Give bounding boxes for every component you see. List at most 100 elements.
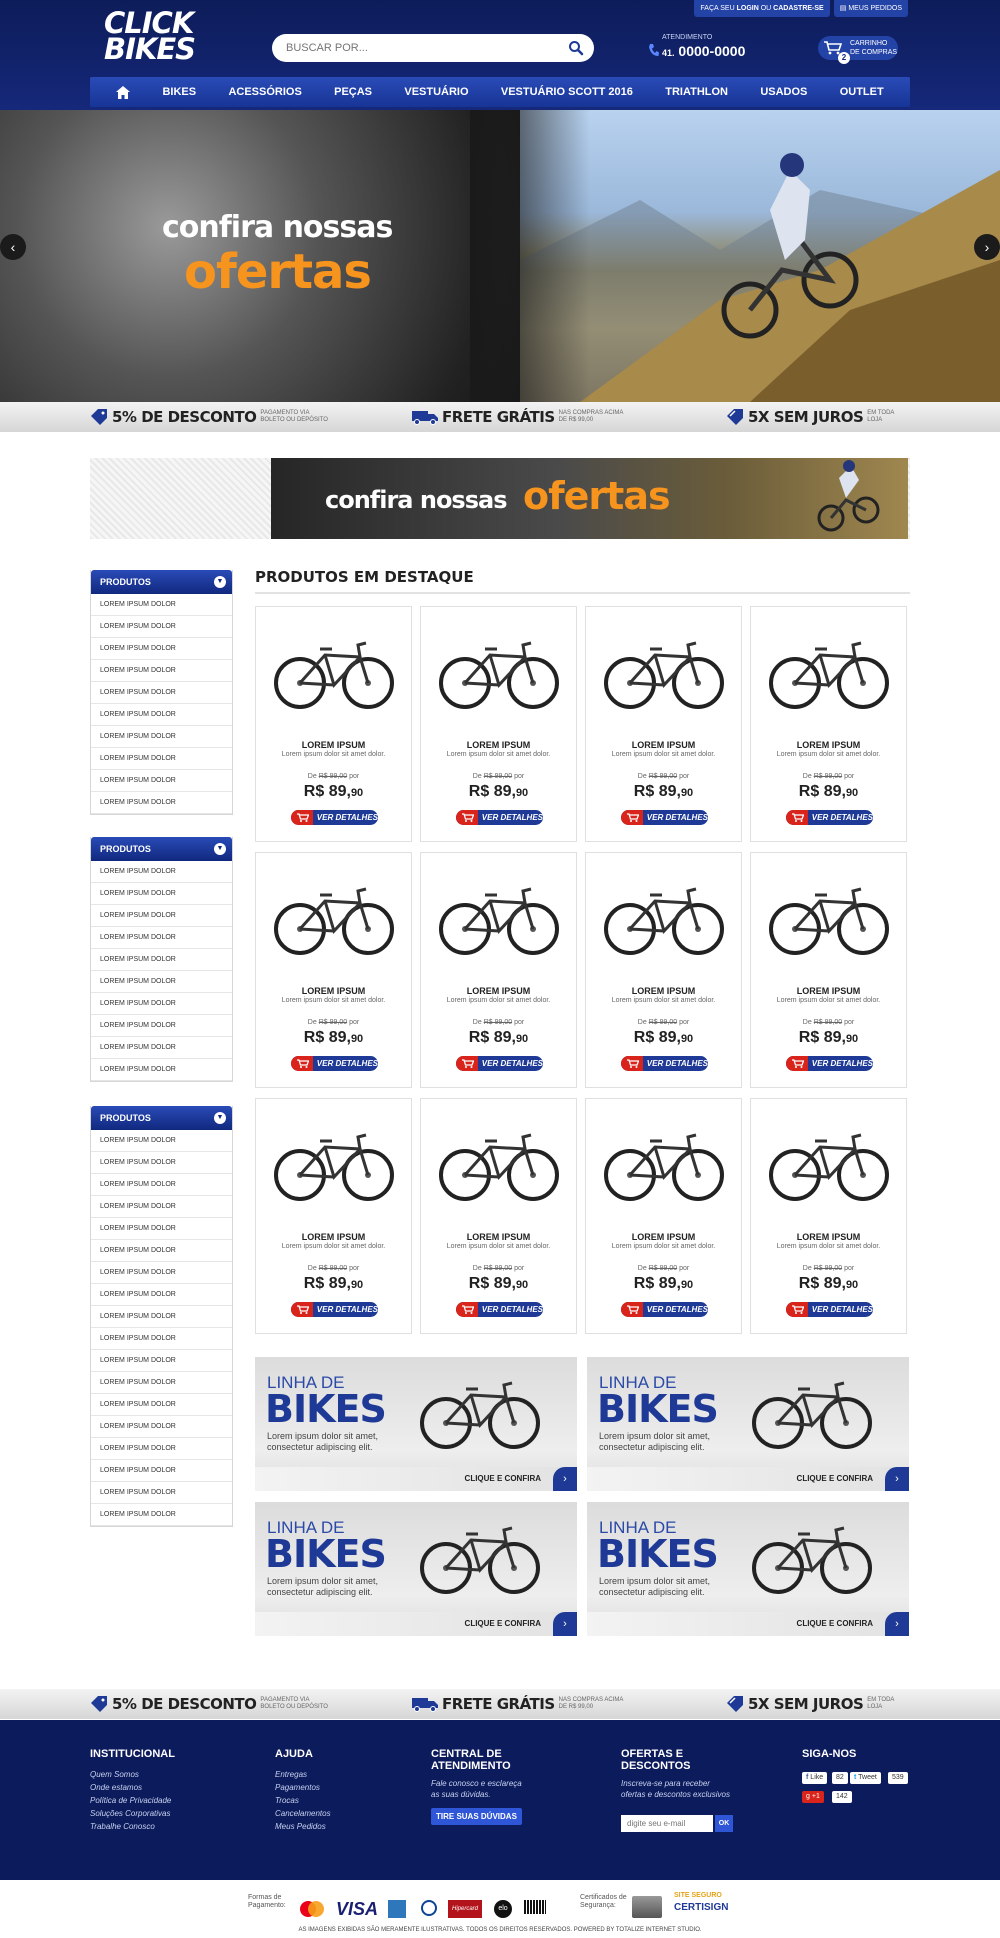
product-card[interactable]: LOREM IPSUM Lorem ipsum dolor sit amet do… [420,606,577,842]
nav-item-acessorios[interactable]: ACESSÓRIOS [228,86,301,98]
sidebar-item[interactable]: LOREM IPSUM DOLOR [91,1460,232,1482]
sidebar-item[interactable]: LOREM IPSUM DOLOR [91,1504,232,1526]
sidebar-item[interactable]: LOREM IPSUM DOLOR [91,1482,232,1504]
view-details-button[interactable]: VER DETALHES [291,1302,378,1317]
banner-cta[interactable]: CLIQUE E CONFIRA [797,1619,873,1628]
view-details-button[interactable]: VER DETALHES [456,810,543,825]
sidebar-item[interactable]: LOREM IPSUM DOLOR [91,1196,232,1218]
sidebar-item[interactable]: LOREM IPSUM DOLOR [91,993,232,1015]
view-details-button[interactable]: VER DETALHES [621,810,708,825]
sidebar-item[interactable]: LOREM IPSUM DOLOR [91,927,232,949]
sidebar-item[interactable]: LOREM IPSUM DOLOR [91,682,232,704]
newsletter-email-input[interactable] [621,1815,713,1832]
sidebar-item[interactable]: LOREM IPSUM DOLOR [91,1394,232,1416]
chevron-down-icon[interactable]: ▼ [214,1112,226,1124]
chevron-right-icon[interactable]: › [553,1467,577,1491]
footer-link[interactable]: Cancelamentos [275,1807,331,1820]
product-name[interactable]: LOREM IPSUM [751,1232,906,1242]
sidebar-item[interactable]: LOREM IPSUM DOLOR [91,905,232,927]
nav-item-outlet[interactable]: OUTLET [840,86,884,98]
product-card[interactable]: LOREM IPSUM Lorem ipsum dolor sit amet do… [255,1098,412,1334]
nav-item-usados[interactable]: USADOS [760,86,807,98]
footer-link[interactable]: Soluções Corporativas [90,1807,175,1820]
bike-line-banner[interactable]: LINHA DE BIKES Lorem ipsum dolor sit amet,… [255,1357,577,1491]
product-name[interactable]: LOREM IPSUM [751,740,906,750]
sidebar-item[interactable]: LOREM IPSUM DOLOR [91,1059,232,1081]
search-icon[interactable] [568,40,584,56]
google-plus-button[interactable]: g +1 [802,1791,824,1803]
chevron-right-icon[interactable]: › [885,1612,909,1636]
sidebar-item[interactable]: LOREM IPSUM DOLOR [91,1130,232,1152]
bike-line-banner[interactable]: LINHA DE BIKES Lorem ipsum dolor sit amet,… [587,1502,909,1636]
sidebar-item[interactable]: LOREM IPSUM DOLOR [91,861,232,883]
my-orders-link[interactable]: ▤ MEUS PEDIDOS [833,0,908,17]
tweet-button[interactable]: t Tweet [850,1772,881,1784]
product-name[interactable]: LOREM IPSUM [421,740,576,750]
product-card[interactable]: LOREM IPSUM Lorem ipsum dolor sit amet do… [585,1098,742,1334]
product-card[interactable]: LOREM IPSUM Lorem ipsum dolor sit amet do… [420,852,577,1088]
sidebar-item[interactable]: LOREM IPSUM DOLOR [91,1015,232,1037]
product-card[interactable]: LOREM IPSUM Lorem ipsum dolor sit amet do… [750,1098,907,1334]
sidebar-box-header[interactable]: PRODUTOS ▼ [91,837,232,861]
footer-link[interactable]: Onde estamos [90,1781,175,1794]
view-details-button[interactable]: VER DETALHES [456,1056,543,1071]
sidebar-item[interactable]: LOREM IPSUM DOLOR [91,949,232,971]
product-name[interactable]: LOREM IPSUM [586,986,741,996]
footer-link[interactable]: Pagamentos [275,1781,331,1794]
sidebar-item[interactable]: LOREM IPSUM DOLOR [91,726,232,748]
sidebar-item[interactable]: LOREM IPSUM DOLOR [91,1306,232,1328]
sidebar-item[interactable]: LOREM IPSUM DOLOR [91,1240,232,1262]
view-details-button[interactable]: VER DETALHES [291,1056,378,1071]
product-name[interactable]: LOREM IPSUM [586,740,741,750]
chevron-right-icon[interactable]: › [885,1467,909,1491]
product-name[interactable]: LOREM IPSUM [256,986,411,996]
chevron-right-icon[interactable]: › [553,1612,577,1636]
sidebar-item[interactable]: LOREM IPSUM DOLOR [91,971,232,993]
banner-cta[interactable]: CLIQUE E CONFIRA [465,1619,541,1628]
sidebar-box-header[interactable]: PRODUTOS ▼ [91,570,232,594]
nav-item-bikes[interactable]: BIKES [162,86,196,98]
product-card[interactable]: LOREM IPSUM Lorem ipsum dolor sit amet do… [255,852,412,1088]
sidebar-item[interactable]: LOREM IPSUM DOLOR [91,638,232,660]
login-signup-link[interactable]: FAÇA SEU LOGIN OU CADASTRE-SE [694,0,830,17]
footer-link[interactable]: Entregas [275,1768,331,1781]
sidebar-item[interactable]: LOREM IPSUM DOLOR [91,883,232,905]
sidebar-item[interactable]: LOREM IPSUM DOLOR [91,792,232,814]
product-card[interactable]: LOREM IPSUM Lorem ipsum dolor sit amet do… [585,606,742,842]
sidebar-item[interactable]: LOREM IPSUM DOLOR [91,1262,232,1284]
sidebar-item[interactable]: LOREM IPSUM DOLOR [91,616,232,638]
contact-button[interactable]: TIRE SUAS DÚVIDAS [431,1808,522,1825]
product-card[interactable]: LOREM IPSUM Lorem ipsum dolor sit amet do… [255,606,412,842]
promo-banner[interactable]: confira nossas ofertas [90,458,910,539]
sidebar-item[interactable]: LOREM IPSUM DOLOR [91,1174,232,1196]
sidebar-item[interactable]: LOREM IPSUM DOLOR [91,748,232,770]
banner-cta[interactable]: CLIQUE E CONFIRA [465,1474,541,1483]
nav-item-pecas[interactable]: PEÇAS [334,86,372,98]
hero-slider[interactable]: confira nossas ofertas ‹ › [0,110,1000,402]
sidebar-item[interactable]: LOREM IPSUM DOLOR [91,1328,232,1350]
nav-item-vestuario[interactable]: VESTUÁRIO [404,86,468,98]
view-details-button[interactable]: VER DETALHES [291,810,378,825]
banner-cta[interactable]: CLIQUE E CONFIRA [797,1474,873,1483]
phone-number[interactable]: 41. 0000-0000 [662,43,745,59]
view-details-button[interactable]: VER DETALHES [786,810,873,825]
sidebar-item[interactable]: LOREM IPSUM DOLOR [91,1037,232,1059]
view-details-button[interactable]: VER DETALHES [621,1056,708,1071]
sidebar-item[interactable]: LOREM IPSUM DOLOR [91,1372,232,1394]
product-name[interactable]: LOREM IPSUM [586,1232,741,1242]
site-logo[interactable]: CLICK BIKES [104,9,200,68]
newsletter-submit-button[interactable]: OK [715,1815,733,1832]
chevron-down-icon[interactable]: ▼ [214,576,226,588]
sidebar-item[interactable]: LOREM IPSUM DOLOR [91,1350,232,1372]
sidebar-item[interactable]: LOREM IPSUM DOLOR [91,594,232,616]
product-name[interactable]: LOREM IPSUM [256,1232,411,1242]
facebook-like-button[interactable]: f Like [802,1772,828,1784]
sidebar-box-header[interactable]: PRODUTOS ▼ [91,1106,232,1130]
bike-line-banner[interactable]: LINHA DE BIKES Lorem ipsum dolor sit amet,… [255,1502,577,1636]
search-input[interactable] [286,40,556,56]
hero-next-arrow[interactable]: › [974,234,1000,260]
home-icon[interactable] [116,85,131,99]
nav-item-vestuario-scott[interactable]: VESTUÁRIO SCOTT 2016 [501,86,633,98]
view-details-button[interactable]: VER DETALHES [786,1302,873,1317]
signup-link[interactable]: CADASTRE-SE [773,5,824,12]
